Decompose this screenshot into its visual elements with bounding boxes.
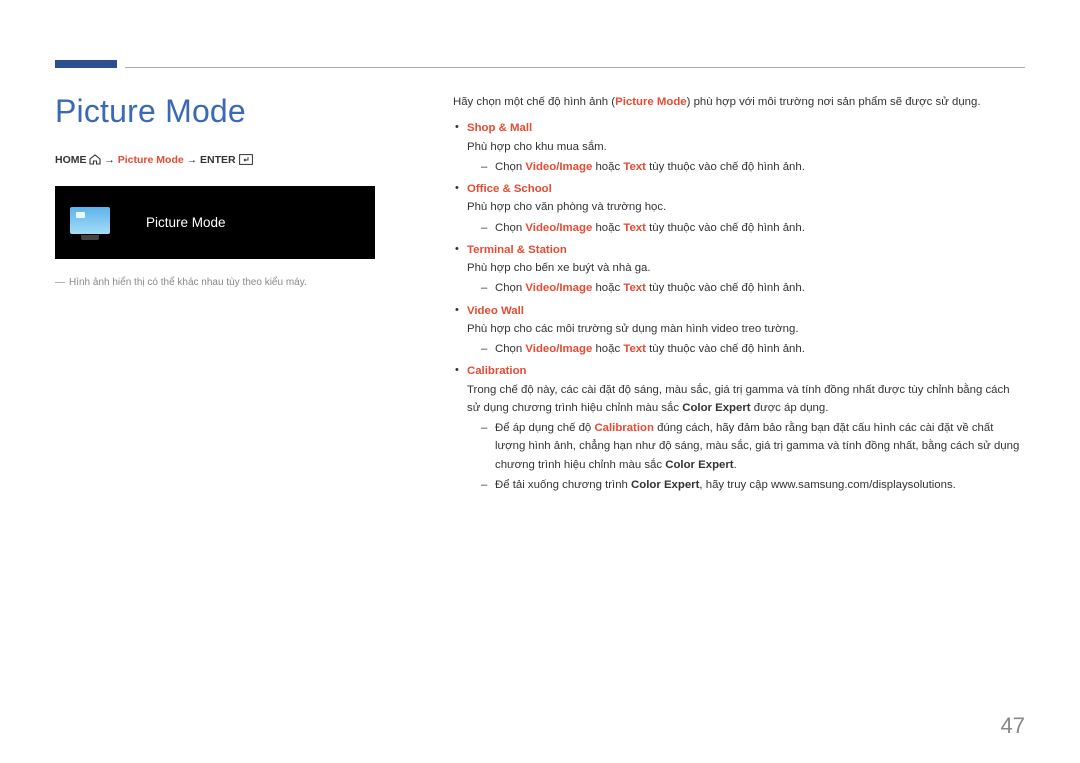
right-column: Hãy chọn một chế độ hình ảnh (Picture Mo… bbox=[453, 93, 1025, 498]
mode-list: Shop & Mall Phù hợp cho khu mua sắm. Chọ… bbox=[453, 119, 1025, 494]
item-desc: Phù hợp cho các môi trường sử dụng màn h… bbox=[467, 320, 1025, 338]
item-desc: Trong chế độ này, các cài đặt độ sáng, m… bbox=[467, 381, 1025, 418]
breadcrumb-current: Picture Mode bbox=[118, 154, 184, 166]
list-item: Terminal & Station Phù hợp cho bến xe bu… bbox=[453, 241, 1025, 298]
preview-box: Picture Mode bbox=[55, 186, 375, 259]
item-title: Terminal & Station bbox=[467, 241, 1025, 259]
list-item: Office & School Phù hợp cho văn phòng và… bbox=[453, 180, 1025, 237]
list-item: Shop & Mall Phù hợp cho khu mua sắm. Chọ… bbox=[453, 119, 1025, 176]
item-desc: Phù hợp cho bến xe buýt và nhà ga. bbox=[467, 259, 1025, 277]
list-item: Calibration Trong chế độ này, các cài đặ… bbox=[453, 362, 1025, 494]
sub-item: Để áp dụng chế độ Calibration đúng cách,… bbox=[481, 419, 1025, 474]
item-title: Video Wall bbox=[467, 302, 1025, 320]
intro-text: Hãy chọn một chế độ hình ảnh (Picture Mo… bbox=[453, 93, 1025, 111]
item-desc: Phù hợp cho khu mua sắm. bbox=[467, 138, 1025, 156]
breadcrumb-home: HOME bbox=[55, 154, 87, 166]
breadcrumb: HOME → Picture Mode → ENTER bbox=[55, 154, 413, 168]
sub-item: Chọn Video/Image hoặc Text tùy thuộc vào… bbox=[481, 158, 1025, 176]
chapter-mark bbox=[55, 60, 117, 68]
list-item: Video Wall Phù hợp cho các môi trường sử… bbox=[453, 302, 1025, 359]
breadcrumb-enter: ENTER bbox=[200, 154, 236, 166]
item-desc: Phù hợp cho văn phòng và trường học. bbox=[467, 198, 1025, 216]
item-title: Calibration bbox=[467, 362, 1025, 380]
item-title: Shop & Mall bbox=[467, 119, 1025, 137]
home-icon bbox=[89, 154, 101, 168]
preview-label: Picture Mode bbox=[146, 215, 226, 230]
sub-item: Chọn Video/Image hoặc Text tùy thuộc vào… bbox=[481, 219, 1025, 237]
breadcrumb-arrow: → bbox=[104, 154, 115, 166]
left-footnote: ―Hình ảnh hiển thị có thể khác nhau tùy … bbox=[55, 277, 413, 288]
page-title: Picture Mode bbox=[55, 93, 413, 130]
left-column: Picture Mode HOME → Picture Mode → ENTER bbox=[55, 93, 413, 498]
sub-item: Để tải xuống chương trình Color Expert, … bbox=[481, 476, 1025, 494]
tv-icon bbox=[70, 207, 110, 239]
enter-icon bbox=[239, 154, 253, 168]
sub-item: Chọn Video/Image hoặc Text tùy thuộc vào… bbox=[481, 340, 1025, 358]
breadcrumb-arrow: → bbox=[187, 154, 198, 166]
header-rule bbox=[125, 67, 1025, 68]
sub-item: Chọn Video/Image hoặc Text tùy thuộc vào… bbox=[481, 279, 1025, 297]
item-title: Office & School bbox=[467, 180, 1025, 198]
page-number: 47 bbox=[1001, 713, 1025, 739]
